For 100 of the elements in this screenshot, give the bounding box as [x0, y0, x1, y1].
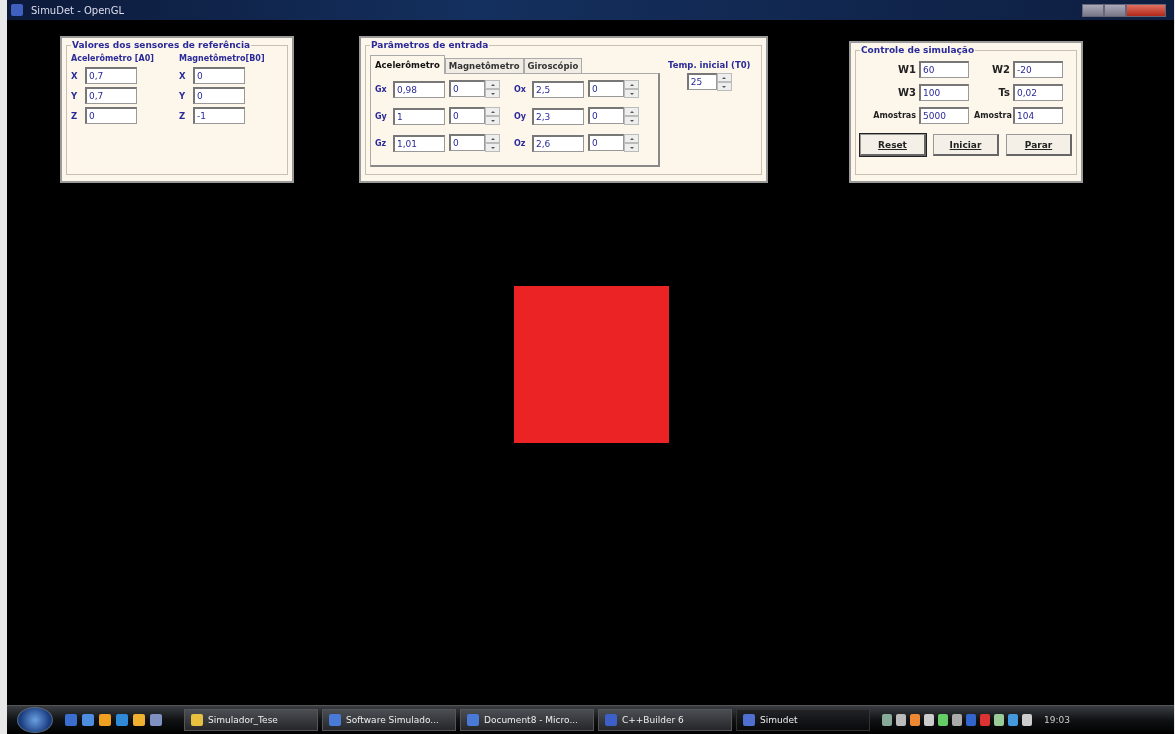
maximize-button[interactable] — [1104, 3, 1126, 17]
field-label: Oy — [514, 111, 527, 121]
taskbar-button[interactable]: C++Builder 6 — [598, 709, 732, 731]
spin-down-button[interactable] — [485, 116, 500, 125]
text-field[interactable]: 60 — [919, 61, 969, 78]
field-label: Y — [71, 90, 79, 101]
spin-down-button[interactable] — [624, 89, 639, 98]
clock: 19:03 — [1044, 715, 1070, 725]
group-heading: Acelerômetro [A0] — [71, 54, 155, 63]
launch-icon[interactable] — [82, 714, 94, 726]
text-field[interactable]: 0 — [449, 134, 485, 151]
minimize-button[interactable] — [1082, 3, 1104, 17]
tray-icon[interactable] — [910, 714, 920, 726]
text-field[interactable]: 0 — [588, 107, 624, 124]
group-title: Controle de simulação — [860, 45, 976, 55]
text-field[interactable]: 100 — [919, 84, 969, 101]
field-label: X — [71, 70, 79, 81]
tray-icon[interactable] — [924, 714, 934, 726]
spin-up-button[interactable] — [485, 134, 500, 143]
text-field[interactable]: 0 — [449, 80, 485, 97]
text-field[interactable]: 2,3 — [532, 107, 584, 125]
text-field[interactable]: 25 — [686, 73, 717, 90]
text-field[interactable]: 0 — [85, 107, 137, 124]
push-button[interactable]: Reset — [860, 134, 926, 156]
tab[interactable]: Magnetômetro — [444, 58, 524, 73]
tab[interactable]: Giroscópio — [523, 58, 583, 73]
launch-icon[interactable] — [116, 714, 128, 726]
tray-icon[interactable] — [896, 714, 906, 726]
text-field[interactable]: 1,01 — [393, 134, 445, 152]
spin-up-button[interactable] — [485, 107, 500, 116]
field-label: X — [179, 70, 187, 81]
tray-icon[interactable] — [994, 714, 1004, 726]
text-field[interactable]: 0,98 — [393, 80, 445, 98]
text-field[interactable]: 1 — [393, 107, 445, 125]
group-title: Parâmetros de entrada — [370, 40, 490, 50]
text-field[interactable]: 0,7 — [85, 67, 137, 84]
field-label: Y — [179, 90, 187, 101]
field-label: Oz — [514, 138, 527, 148]
text-field[interactable]: 0 — [193, 67, 245, 84]
text-field[interactable]: 104 — [1013, 107, 1063, 124]
window-icon — [329, 714, 341, 726]
spin-up-button[interactable] — [624, 134, 639, 143]
window-icon — [467, 714, 479, 726]
spin-down-button[interactable] — [716, 82, 732, 91]
tray-icon[interactable] — [1022, 714, 1032, 726]
field-label: Amostra — [974, 111, 1010, 120]
spin-up-button[interactable] — [485, 80, 500, 89]
text-field[interactable]: 0,02 — [1013, 84, 1063, 101]
field-label: W1 — [897, 64, 916, 75]
push-button[interactable]: Iniciar — [933, 134, 999, 156]
text-field[interactable]: -1 — [193, 107, 245, 124]
text-field[interactable]: 0 — [588, 134, 624, 151]
launch-icon[interactable] — [99, 714, 111, 726]
window-icon — [11, 4, 23, 16]
text-field[interactable]: 0 — [588, 80, 624, 97]
taskbar-button[interactable]: Simulador_Tese — [184, 709, 318, 731]
field-label: Z — [179, 110, 187, 121]
window-icon — [743, 714, 755, 726]
tray-icon[interactable] — [882, 714, 892, 726]
field-label: Gz — [375, 138, 388, 148]
spin-up-button[interactable] — [624, 107, 639, 116]
text-field[interactable]: 5000 — [919, 107, 969, 124]
field-label: Temp. inicial (T0) — [668, 60, 751, 70]
close-button[interactable] — [1126, 3, 1166, 17]
text-field[interactable]: 2,5 — [532, 80, 584, 98]
field-label: Z — [71, 110, 79, 121]
text-field[interactable]: 2,6 — [532, 134, 584, 152]
tray-icon[interactable] — [1008, 714, 1018, 726]
spin-down-button[interactable] — [624, 116, 639, 125]
tray-icon[interactable] — [952, 714, 962, 726]
launch-icon[interactable] — [65, 714, 77, 726]
field-label: Ox — [514, 84, 527, 94]
text-field[interactable]: 0,7 — [85, 87, 137, 104]
window-icon — [191, 714, 203, 726]
launch-icon[interactable] — [150, 714, 162, 726]
window-icon — [605, 714, 617, 726]
push-button[interactable]: Parar — [1006, 134, 1072, 156]
taskbar-button[interactable]: Document8 - Micro... — [460, 709, 594, 731]
spin-down-button[interactable] — [485, 89, 500, 98]
spin-up-button[interactable] — [716, 73, 732, 82]
launch-icon[interactable] — [133, 714, 145, 726]
group-title: Valores dos sensores de referência — [71, 40, 252, 50]
spin-down-button[interactable] — [485, 143, 500, 152]
tab[interactable]: Acelerômetro — [370, 55, 445, 74]
text-field[interactable]: 0 — [449, 107, 485, 124]
group-heading: Magnetômetro[B0] — [179, 54, 266, 63]
start-button[interactable] — [17, 707, 53, 733]
taskbar-button[interactable]: Software Simulado... — [322, 709, 456, 731]
spin-down-button[interactable] — [624, 143, 639, 152]
tray-icon[interactable] — [980, 714, 990, 726]
spin-up-button[interactable] — [624, 80, 639, 89]
field-label: W2 — [991, 64, 1010, 75]
tray-icon[interactable] — [938, 714, 948, 726]
field-label: Amostras — [872, 111, 916, 120]
field-label: Gy — [375, 111, 388, 121]
text-field[interactable]: 0 — [193, 87, 245, 104]
text-field[interactable]: -20 — [1013, 61, 1063, 78]
taskbar-button[interactable]: Simudet — [736, 709, 870, 731]
tray-icon[interactable] — [966, 714, 976, 726]
field-label: W3 — [897, 87, 916, 98]
